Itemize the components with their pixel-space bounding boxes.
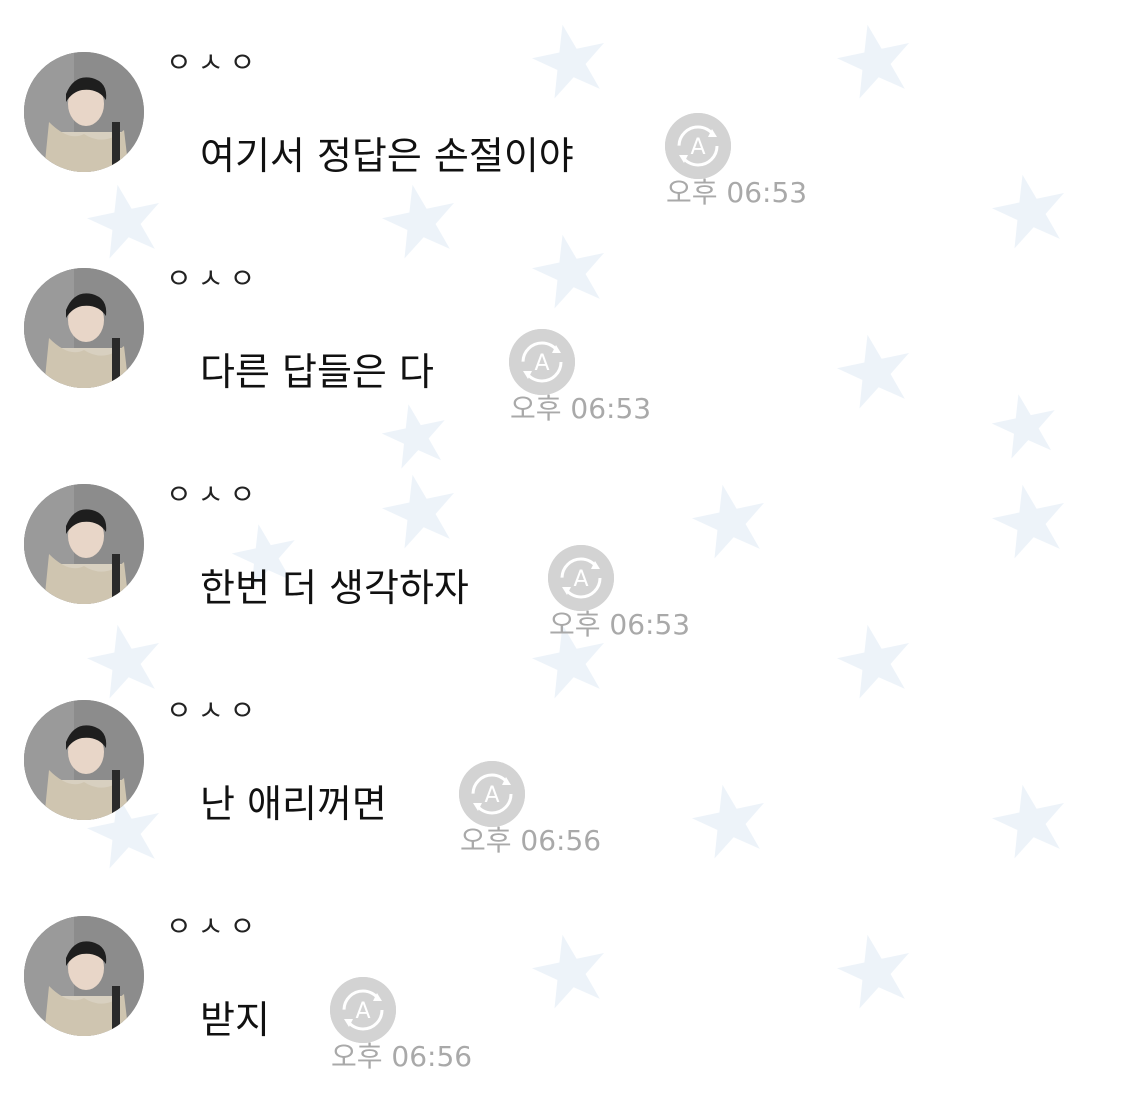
avatar[interactable] — [24, 52, 144, 172]
sender-name: ㅇㅅㅇ — [166, 262, 262, 295]
message-text[interactable]: 받지 — [200, 996, 270, 1044]
svg-text:A: A — [534, 351, 549, 376]
sender-name: ㅇㅅㅇ — [166, 694, 262, 727]
avatar[interactable] — [24, 484, 144, 604]
svg-text:A: A — [690, 135, 705, 160]
avatar[interactable] — [24, 268, 144, 388]
auto-translate-icon[interactable]: A — [548, 545, 614, 611]
message-time: 오후 06:53 — [549, 608, 691, 641]
message-time: 오후 06:56 — [460, 824, 602, 857]
svg-text:A: A — [355, 999, 370, 1024]
message-time: 오후 06:56 — [331, 1040, 473, 1073]
chat-message: ㅇㅅㅇ 받지 A 오후 06:56 — [0, 864, 1125, 1074]
message-time: 오후 06:53 — [510, 392, 652, 425]
message-text[interactable]: 여기서 정답은 손절이야 — [200, 132, 574, 180]
chat-message: ㅇㅅㅇ 난 애리꺼면 A 오후 06:56 — [0, 648, 1125, 858]
message-text[interactable]: 다른 답들은 다 — [200, 348, 434, 396]
svg-text:A: A — [573, 567, 588, 592]
message-time: 오후 06:53 — [666, 176, 808, 209]
sender-name: ㅇㅅㅇ — [166, 478, 262, 511]
auto-translate-icon[interactable]: A — [665, 113, 731, 179]
svg-text:A: A — [484, 783, 499, 808]
auto-translate-icon[interactable]: A — [509, 329, 575, 395]
auto-translate-icon[interactable]: A — [330, 977, 396, 1043]
chat-message: ㅇㅅㅇ 다른 답들은 다 A 오후 06:53 — [0, 216, 1125, 426]
sender-name: ㅇㅅㅇ — [166, 46, 262, 79]
avatar[interactable] — [24, 700, 144, 820]
auto-translate-icon[interactable]: A — [459, 761, 525, 827]
chat-message: ㅇㅅㅇ 여기서 정답은 손절이야 A 오후 06:53 — [0, 0, 1125, 210]
avatar[interactable] — [24, 916, 144, 1036]
chat-message: ㅇㅅㅇ 한번 더 생각하자 A 오후 06:53 — [0, 432, 1125, 642]
sender-name: ㅇㅅㅇ — [166, 910, 262, 943]
message-text[interactable]: 한번 더 생각하자 — [200, 564, 469, 612]
message-text[interactable]: 난 애리꺼면 — [200, 780, 387, 828]
